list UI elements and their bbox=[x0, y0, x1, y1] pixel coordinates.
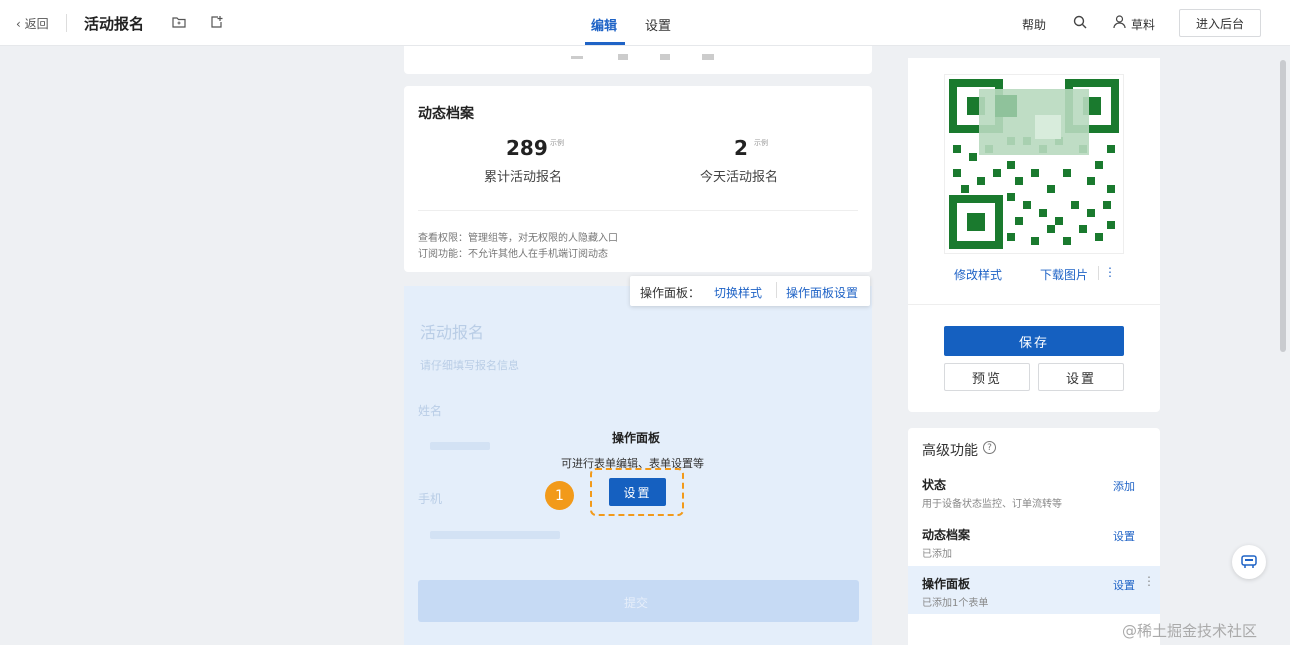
export-icon[interactable] bbox=[208, 13, 226, 31]
toolbar-card bbox=[404, 46, 872, 74]
more-options-icon[interactable]: ⋮ bbox=[1104, 265, 1116, 279]
tab-settings[interactable]: 设置 bbox=[645, 15, 671, 34]
tab-edit[interactable]: 编辑 bbox=[591, 15, 617, 34]
chevron-left-icon: ‹ bbox=[16, 17, 25, 31]
page-title: 活动报名 bbox=[84, 15, 145, 33]
operation-bar-label: 操作面板： bbox=[640, 286, 701, 300]
archive-title: 动态档案 bbox=[418, 106, 474, 122]
active-tab-indicator bbox=[585, 42, 625, 45]
advanced-item-archive-title: 动态档案 bbox=[922, 528, 971, 542]
divider bbox=[908, 304, 1160, 305]
advanced-item-archive-desc: 已添加 bbox=[922, 549, 952, 560]
permission-note: 查看权限：管理组等，对无权限的人隐藏入口 bbox=[418, 233, 618, 244]
advanced-item-status-title: 状态 bbox=[922, 478, 947, 492]
stat-total-value: 289 bbox=[506, 136, 548, 160]
panel-settings-action-link[interactable]: 设置 bbox=[1113, 577, 1135, 593]
advanced-item-panel-title: 操作面板 bbox=[922, 577, 971, 591]
settings-button[interactable]: 设置 bbox=[1038, 363, 1124, 391]
step-marker: 1 bbox=[545, 481, 574, 510]
subscription-note: 订阅功能：不允许其他人在手机端订阅动态 bbox=[418, 249, 608, 260]
more-options-icon[interactable]: ⋮ bbox=[1143, 574, 1155, 588]
field-name-label: 姓名 bbox=[418, 404, 443, 418]
scrollbar[interactable] bbox=[1280, 60, 1286, 352]
draft-link[interactable]: 草料 bbox=[1131, 16, 1155, 33]
folder-icon[interactable] bbox=[170, 13, 188, 31]
card-toolbar-icons bbox=[571, 54, 714, 60]
back-label: 返回 bbox=[24, 17, 49, 31]
stat-today-unit: 示例 bbox=[754, 139, 768, 147]
operation-settings-button[interactable]: 设置 bbox=[609, 478, 666, 506]
advanced-title: 高级功能 bbox=[922, 443, 978, 459]
add-status-link[interactable]: 添加 bbox=[1113, 478, 1135, 494]
operation-popup-title: 操作面板 bbox=[612, 431, 661, 445]
chat-icon bbox=[1241, 555, 1257, 568]
save-button[interactable]: 保存 bbox=[944, 326, 1124, 356]
modify-style-link[interactable]: 修改样式 bbox=[954, 266, 1002, 283]
field-phone-label: 手机 bbox=[418, 492, 443, 506]
search-icon[interactable] bbox=[1071, 13, 1089, 31]
switch-style-link[interactable]: 切换样式 bbox=[714, 284, 762, 301]
advanced-item-status-desc: 用于设备状态监控、订单流转等 bbox=[922, 499, 1062, 510]
submit-button: 提交 bbox=[418, 580, 859, 622]
stat-total-label: 累计活动报名 bbox=[484, 170, 563, 185]
form-subtitle: 请仔细填写报名信息 bbox=[420, 359, 519, 372]
form-title: 活动报名 bbox=[420, 323, 485, 342]
divider bbox=[1098, 266, 1099, 280]
customer-service-button[interactable] bbox=[1232, 545, 1266, 579]
user-icon[interactable] bbox=[1110, 13, 1128, 31]
phone-input-placeholder bbox=[430, 531, 560, 539]
qr-code bbox=[944, 74, 1124, 254]
download-image-link[interactable]: 下载图片 bbox=[1040, 266, 1088, 283]
watermark: @稀土掘金技术社区 bbox=[1122, 622, 1258, 640]
stat-today-value: 2 bbox=[734, 136, 748, 160]
submit-label: 提交 bbox=[624, 596, 649, 610]
divider bbox=[418, 210, 858, 211]
top-bar: ‹ 返回 活动报名 编辑 设置 帮助 草料 进入后台 bbox=[0, 0, 1290, 46]
qr-code-image bbox=[949, 79, 1119, 249]
name-input-placeholder bbox=[430, 442, 490, 450]
stat-total-unit: 示例 bbox=[550, 139, 564, 147]
help-circle-icon[interactable]: ? bbox=[983, 441, 996, 454]
divider bbox=[66, 14, 67, 32]
advanced-item-panel-desc: 已添加1个表单 bbox=[922, 598, 989, 609]
preview-button[interactable]: 预览 bbox=[944, 363, 1030, 391]
help-link[interactable]: 帮助 bbox=[1022, 16, 1046, 33]
panel-settings-link[interactable]: 操作面板设置 bbox=[786, 284, 858, 301]
back-button[interactable]: ‹ 返回 bbox=[16, 15, 49, 32]
stat-today-label: 今天活动报名 bbox=[700, 170, 779, 185]
enter-backend-button[interactable]: 进入后台 bbox=[1179, 9, 1261, 37]
archive-settings-link[interactable]: 设置 bbox=[1113, 528, 1135, 544]
divider bbox=[776, 282, 777, 298]
operation-bar: 操作面板： 切换样式 操作面板设置 bbox=[630, 276, 870, 306]
